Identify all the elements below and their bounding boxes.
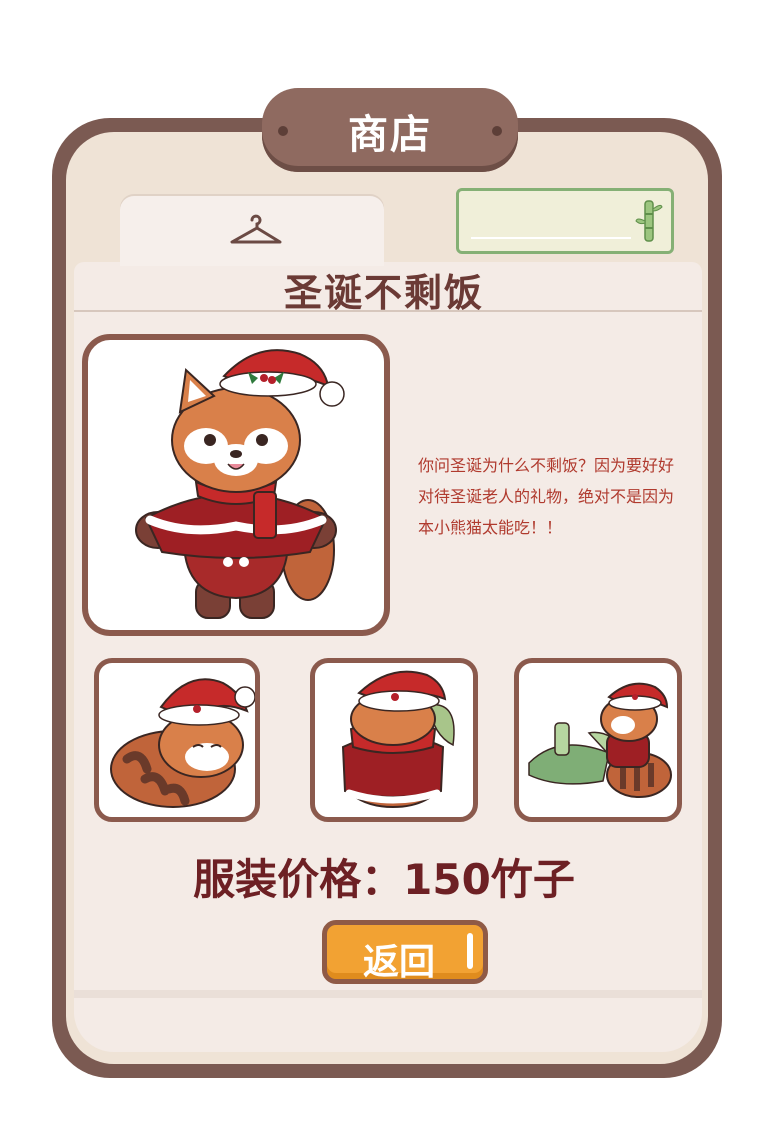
balance-underline	[471, 237, 631, 239]
red-panda-curled-image	[110, 678, 256, 808]
outfit-description: 你问圣诞为什么不剩饭？因为要好好对待圣诞老人的礼物，绝对不是因为本小熊猫太能吃！…	[418, 456, 675, 537]
outfit-thumbnail-2[interactable]	[310, 658, 478, 822]
outfit-price: 服装价格：150竹子	[193, 855, 575, 904]
back-button-shine	[467, 933, 473, 969]
tab-clothing[interactable]	[120, 196, 384, 266]
shop-title: 商店	[348, 112, 432, 158]
hanger-icon	[230, 214, 282, 244]
title-divider	[74, 310, 702, 312]
red-panda-santa-front-image	[135, 349, 345, 619]
shop-header: 商店	[262, 88, 518, 172]
bamboo-icon	[635, 200, 663, 242]
bamboo-balance	[456, 188, 674, 254]
outfit-preview-main	[82, 334, 390, 636]
red-panda-back-image	[341, 670, 455, 808]
back-button-label: 返回	[362, 942, 435, 983]
panel-bottom-strip	[74, 990, 702, 998]
back-button[interactable]: 返回	[322, 920, 488, 984]
outfit-thumbnail-3[interactable]	[514, 658, 682, 822]
outfit-title: 圣诞不剩饭	[283, 271, 484, 315]
outfit-thumbnail-1[interactable]	[94, 658, 260, 822]
red-panda-eating-image	[528, 682, 672, 798]
